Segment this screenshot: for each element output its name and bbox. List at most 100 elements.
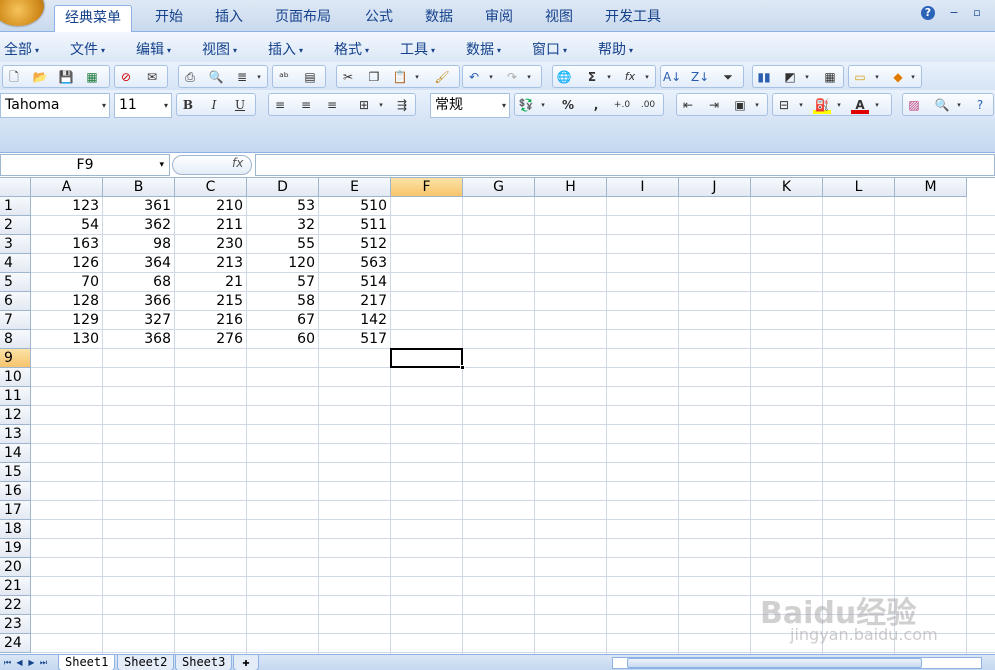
row-header-20[interactable]: 20 bbox=[0, 558, 31, 577]
row-header-19[interactable]: 19 bbox=[0, 539, 31, 558]
chevron-down-icon[interactable]: ▾ bbox=[803, 68, 811, 86]
print-preview-icon[interactable]: 🔍 bbox=[207, 68, 225, 86]
align-right-icon[interactable]: ≡ bbox=[323, 96, 341, 114]
cell-e3[interactable]: 512 bbox=[319, 235, 390, 254]
column-header-e[interactable]: E bbox=[319, 178, 391, 197]
chevron-down-icon[interactable]: ▾ bbox=[873, 68, 881, 86]
row-header-12[interactable]: 12 bbox=[0, 406, 31, 425]
chevron-down-icon[interactable]: ▾ bbox=[753, 96, 761, 114]
prev-sheet-icon[interactable]: ◀ bbox=[14, 655, 25, 670]
sort-descending-icon[interactable]: Z↓ bbox=[691, 68, 709, 86]
cell-b2[interactable]: 362 bbox=[103, 216, 174, 235]
chevron-down-icon[interactable]: ▾ bbox=[797, 96, 805, 114]
underline-button[interactable]: U bbox=[231, 96, 249, 114]
cell-a7[interactable]: 129 bbox=[31, 311, 102, 330]
chevron-down-icon[interactable]: ▾ bbox=[413, 68, 421, 86]
cell-e7[interactable]: 142 bbox=[319, 311, 390, 330]
font-size-select[interactable]: 11 ▾ bbox=[114, 93, 172, 118]
column-header-m[interactable]: M bbox=[895, 178, 967, 197]
menu-insert[interactable]: 插入 ▾ bbox=[268, 39, 303, 59]
undo-icon[interactable]: ↶ bbox=[465, 68, 483, 86]
cell-a5[interactable]: 70 bbox=[31, 273, 102, 292]
tab-home[interactable]: 开始 bbox=[145, 5, 193, 32]
row-header-1[interactable]: 1 bbox=[0, 197, 31, 216]
format-painter-icon[interactable]: 🖌 bbox=[433, 68, 451, 86]
column-header-a[interactable]: A bbox=[31, 178, 103, 197]
cell-e2[interactable]: 511 bbox=[319, 216, 390, 235]
column-header-f[interactable]: F bbox=[391, 178, 463, 197]
row-header-15[interactable]: 15 bbox=[0, 463, 31, 482]
office-button[interactable] bbox=[0, 0, 44, 26]
row-header-23[interactable]: 23 bbox=[0, 615, 31, 634]
first-sheet-icon[interactable]: ⏮ bbox=[2, 655, 13, 670]
increase-indent-icon[interactable]: ⇥ bbox=[705, 96, 723, 114]
font-color-icon[interactable]: A bbox=[851, 96, 869, 114]
merge-center-icon[interactable]: ⊞ bbox=[355, 96, 373, 114]
chevron-down-icon[interactable]: ▾ bbox=[643, 68, 651, 86]
chevron-down-icon[interactable]: ▾ bbox=[605, 68, 613, 86]
cell-d8[interactable]: 60 bbox=[247, 330, 318, 349]
tab-developer[interactable]: 开发工具 bbox=[595, 5, 671, 32]
cell-e5[interactable]: 514 bbox=[319, 273, 390, 292]
autosum-icon[interactable]: Σ bbox=[583, 68, 601, 86]
column-header-b[interactable]: B bbox=[103, 178, 175, 197]
row-header-22[interactable]: 22 bbox=[0, 596, 31, 615]
worksheet-grid[interactable]: ABCDEFGHIJKLM 1 2 3 4 5 6 7 8 9 10 11 12 13 14 15 16 17 1… bbox=[0, 178, 995, 654]
row-header-13[interactable]: 13 bbox=[0, 425, 31, 444]
cell-borders-icon[interactable]: ⊟ bbox=[775, 96, 793, 114]
bold-button[interactable]: B bbox=[179, 96, 197, 114]
menu-view[interactable]: 视图 ▾ bbox=[202, 39, 237, 59]
menu-help[interactable]: 帮助 ▾ bbox=[598, 39, 633, 59]
cell-b7[interactable]: 327 bbox=[103, 311, 174, 330]
menu-format[interactable]: 格式 ▾ bbox=[334, 39, 369, 59]
sheet-tab-sheet1[interactable]: Sheet1 bbox=[58, 655, 116, 670]
currency-icon[interactable]: 💱 bbox=[517, 96, 535, 114]
row-header-17[interactable]: 17 bbox=[0, 501, 31, 520]
cell-d6[interactable]: 58 bbox=[247, 292, 318, 311]
minimize-icon[interactable]: − bbox=[947, 6, 961, 20]
drawing-icon[interactable]: ◩ bbox=[781, 68, 799, 86]
hyperlink-icon[interactable]: 🌐 bbox=[555, 68, 573, 86]
help-circle-icon[interactable]: ? bbox=[971, 96, 989, 114]
cell-d1[interactable]: 53 bbox=[247, 197, 318, 216]
column-header-g[interactable]: G bbox=[463, 178, 535, 197]
cell-b1[interactable]: 361 bbox=[103, 197, 174, 216]
insert-function-icon[interactable]: fx bbox=[621, 68, 639, 86]
sort-ascending-icon[interactable]: A↓ bbox=[663, 68, 681, 86]
column-header-j[interactable]: J bbox=[679, 178, 751, 197]
row-header-9[interactable]: 9 bbox=[0, 349, 31, 368]
restore-icon[interactable]: ▫ bbox=[970, 6, 984, 20]
gridlines-icon[interactable]: ▦ bbox=[821, 68, 839, 86]
chevron-down-icon[interactable]: ▾ bbox=[835, 96, 843, 114]
row-header-14[interactable]: 14 bbox=[0, 444, 31, 463]
row-header-2[interactable]: 2 bbox=[0, 216, 31, 235]
menu-window[interactable]: 窗口 ▾ bbox=[532, 39, 567, 59]
row-header-7[interactable]: 7 bbox=[0, 311, 31, 330]
formula-input[interactable] bbox=[255, 154, 995, 176]
cell-d5[interactable]: 57 bbox=[247, 273, 318, 292]
tab-insert[interactable]: 插入 bbox=[205, 5, 253, 32]
column-header-h[interactable]: H bbox=[535, 178, 607, 197]
font-name-select[interactable]: Tahoma ▾ bbox=[0, 93, 110, 118]
save-icon[interactable]: 💾 bbox=[57, 68, 75, 86]
column-header-l[interactable]: L bbox=[823, 178, 895, 197]
research-icon[interactable]: ≣ bbox=[233, 68, 251, 86]
tab-review[interactable]: 审阅 bbox=[475, 5, 523, 32]
copy-icon[interactable]: ❐ bbox=[365, 68, 383, 86]
tab-classic-menu[interactable]: 经典菜单 bbox=[54, 5, 132, 33]
chevron-down-icon[interactable]: ▾ bbox=[255, 68, 263, 86]
last-sheet-icon[interactable]: ⏭ bbox=[38, 655, 49, 670]
column-header-d[interactable]: D bbox=[247, 178, 319, 197]
cell-b6[interactable]: 366 bbox=[103, 292, 174, 311]
styles-icon[interactable]: ▨ bbox=[905, 96, 923, 114]
row-header-3[interactable]: 3 bbox=[0, 235, 31, 254]
redo-icon[interactable]: ↷ bbox=[503, 68, 521, 86]
cell-a1[interactable]: 123 bbox=[31, 197, 102, 216]
tab-formulas[interactable]: 公式 bbox=[355, 5, 403, 32]
column-header-i[interactable]: I bbox=[607, 178, 679, 197]
increase-decimal-icon[interactable]: +.0 bbox=[613, 96, 631, 114]
permission-icon[interactable]: ⊘ bbox=[117, 68, 135, 86]
cell-c1[interactable]: 210 bbox=[175, 197, 246, 216]
paste-icon[interactable]: 📋 bbox=[391, 68, 409, 86]
fill-color-icon[interactable]: ⛽ bbox=[813, 96, 831, 114]
